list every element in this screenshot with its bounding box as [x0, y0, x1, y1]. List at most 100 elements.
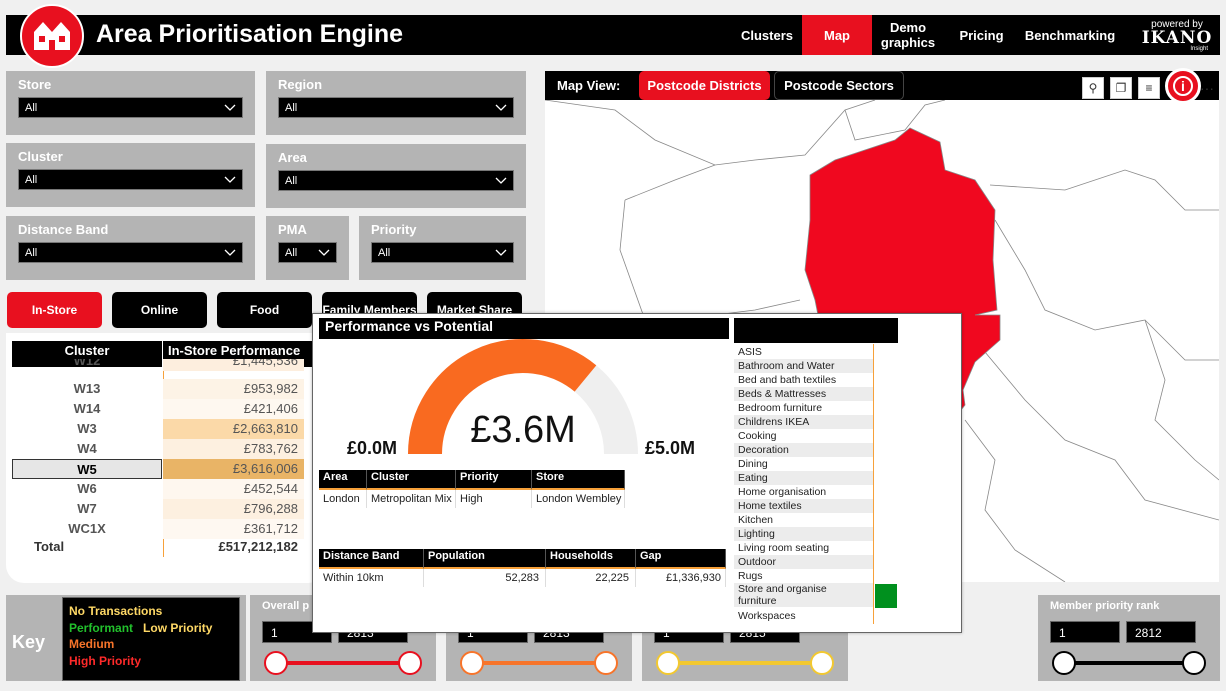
category-item: Home organisation — [738, 486, 827, 498]
population-value: 52,283 — [424, 569, 546, 587]
category-item: Lighting — [734, 527, 874, 541]
tab-in-store[interactable]: In-Store — [7, 292, 102, 328]
filter-icon[interactable]: ≡ — [1138, 77, 1160, 99]
more-options-icon[interactable]: ··· — [1200, 80, 1214, 96]
slider-min-handle[interactable] — [1052, 651, 1076, 675]
table-row[interactable]: WC1X £361,712 — [12, 519, 318, 539]
slider-max-handle[interactable] — [810, 651, 834, 675]
nav-benchmarking[interactable]: Benchmarking — [1020, 15, 1120, 55]
nav-pricing[interactable]: Pricing — [944, 15, 1019, 55]
slider-track[interactable] — [472, 661, 606, 665]
cluster-cell[interactable]: WC1X — [12, 519, 162, 539]
category-item: Eating — [734, 471, 874, 485]
priority-dropdown[interactable]: All — [371, 242, 514, 263]
table-row[interactable]: W14 £421,406 — [12, 399, 318, 419]
cluster-dropdown[interactable]: All — [18, 169, 243, 190]
distance-band-dropdown[interactable]: All — [18, 242, 243, 263]
category-item: Workspaces — [738, 610, 796, 622]
category-item: Bathroom and Water — [734, 359, 874, 373]
store-dropdown[interactable]: All — [18, 97, 243, 118]
slider-max-handle[interactable] — [594, 651, 618, 675]
area-filter-label: Area — [278, 150, 307, 165]
nav-demographics[interactable]: Demo graphics — [873, 15, 943, 55]
population-header: Population — [424, 549, 546, 569]
postcode-sectors-button[interactable]: Postcode Sectors — [774, 71, 904, 100]
tab-food[interactable]: Food — [217, 292, 312, 328]
category-divider — [873, 344, 874, 624]
performance-cell: £1,445,536 — [163, 359, 304, 371]
gap-header: Gap — [636, 549, 726, 569]
cluster-cell[interactable]: W14 — [12, 399, 162, 419]
performance-tooltip: Performance vs Potential £3.6M £0.0M £5.… — [312, 313, 962, 633]
region-dropdown[interactable]: All — [278, 97, 514, 118]
priority-filter: Priority All — [359, 216, 526, 280]
table-row[interactable]: W3 £2,663,810 — [12, 419, 318, 439]
chevron-down-icon — [224, 249, 236, 256]
performance-cell: £421,406 — [163, 399, 304, 419]
performance-cell: £783,762 — [163, 439, 304, 459]
category-item: Dining — [738, 458, 768, 470]
cluster-cell[interactable]: W13 — [12, 379, 162, 399]
chevron-down-icon — [224, 176, 236, 183]
households-header[interactable]: Households — [546, 549, 636, 569]
category-item: Kitchen — [738, 514, 774, 526]
info-icon[interactable]: i — [1165, 68, 1201, 104]
pin-icon[interactable]: ⚲ — [1082, 77, 1104, 99]
nav-map[interactable]: Map — [802, 15, 872, 55]
key-high-priority: High Priority — [69, 653, 142, 668]
gap-value: £1,336,930 — [636, 569, 726, 587]
nav-clusters[interactable]: Clusters — [733, 15, 801, 55]
priority-filter-label: Priority — [371, 222, 417, 237]
region-filter: Region All — [266, 71, 526, 135]
area-dropdown[interactable]: All — [278, 170, 514, 191]
cluster-cell[interactable]: W3 — [12, 419, 162, 439]
slider-max-input[interactable]: 2812 — [1126, 621, 1196, 643]
pma-dropdown[interactable]: All — [278, 242, 337, 263]
distance-band-filter-label: Distance Band — [18, 222, 109, 237]
copy-icon[interactable]: ❐ — [1110, 77, 1132, 99]
table-row[interactable]: W12 £1,445,536 — [12, 359, 318, 371]
cluster-cell[interactable]: W12 — [12, 359, 162, 371]
cluster-table: Cluster In-Store Performance W12 £1,445,5… — [6, 333, 326, 583]
category-item: Outdoor — [734, 555, 874, 569]
table-row[interactable]: W4 £783,762 — [12, 439, 318, 459]
pma-filter-label: PMA — [278, 222, 307, 237]
cluster-cell[interactable]: W4 — [12, 439, 162, 459]
cluster-filter: Cluster All — [6, 143, 255, 207]
region-filter-label: Region — [278, 77, 323, 92]
slider-track[interactable] — [276, 661, 410, 665]
slider-min-input[interactable]: 1 — [1050, 621, 1120, 643]
home-logo-icon[interactable] — [20, 4, 84, 68]
category-item: Decoration — [734, 443, 874, 457]
gauge-value-label: £3.6M — [470, 409, 576, 451]
rank-slider-panel: Member priority rank 1 2812 — [1038, 595, 1220, 681]
key-performant: Performant — [69, 620, 134, 635]
slider-track[interactable] — [668, 661, 822, 665]
slider-max-handle[interactable] — [398, 651, 422, 675]
distance-band-filter: Distance Band All — [6, 216, 255, 280]
table-row[interactable]: W13 £953,982 — [12, 379, 318, 399]
postcode-districts-button[interactable]: Postcode Districts — [639, 71, 770, 100]
table-row[interactable]: W6 £452,544 — [12, 479, 318, 499]
key-medium: Medium — [69, 637, 115, 651]
category-item: Bedroom furniture — [738, 402, 823, 414]
slider-min-handle[interactable] — [460, 651, 484, 675]
cluster-cell[interactable]: W6 — [12, 479, 162, 499]
powered-by-logo: powered by IKANO Insight — [1136, 19, 1218, 52]
table-row[interactable]: W5 £3,616,006 — [12, 459, 318, 479]
cluster-cell[interactable]: W5 — [12, 459, 162, 479]
cluster-header: Cluster — [367, 470, 456, 490]
slider-track[interactable] — [1064, 661, 1194, 665]
slider-min-handle[interactable] — [264, 651, 288, 675]
tab-online[interactable]: Online — [112, 292, 207, 328]
area-value: London — [319, 490, 367, 508]
performance-cell: £452,544 — [163, 479, 304, 499]
distance-band-value: Within 10km — [319, 569, 424, 587]
slider-min-handle[interactable] — [656, 651, 680, 675]
cluster-cell[interactable]: W7 — [12, 499, 162, 519]
area-filter: Area All — [266, 144, 526, 208]
category-item: Bed and bath textiles — [738, 374, 837, 386]
slider-max-handle[interactable] — [1182, 651, 1206, 675]
chevron-down-icon — [224, 104, 236, 111]
table-row[interactable]: W7 £796,288 — [12, 499, 318, 519]
